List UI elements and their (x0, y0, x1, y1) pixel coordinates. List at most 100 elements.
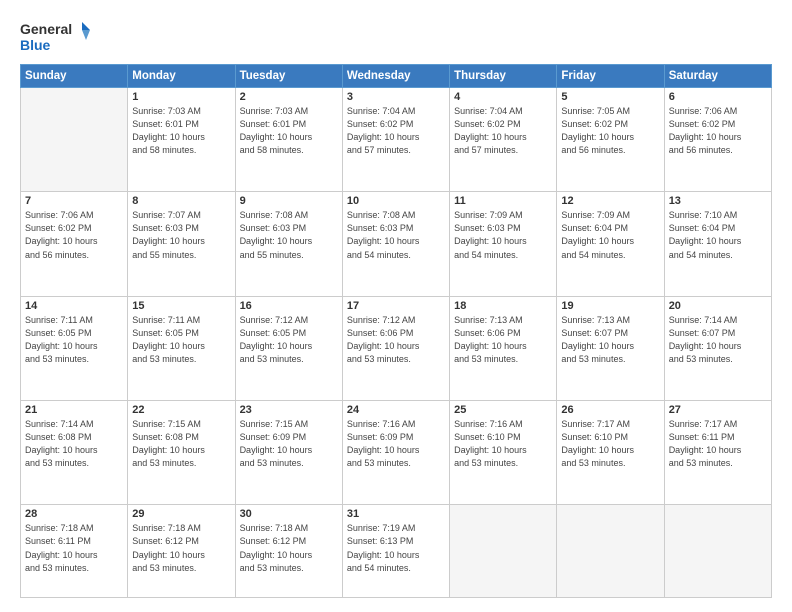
calendar-cell: 27 Sunrise: 7:17 AM Sunset: 6:11 PM Dayli… (664, 401, 771, 505)
calendar-cell: 21 Sunrise: 7:14 AM Sunset: 6:08 PM Dayli… (21, 401, 128, 505)
day-number: 22 (132, 404, 230, 416)
week-row-1: 1 Sunrise: 7:03 AM Sunset: 6:01 PM Daylig… (21, 88, 772, 192)
day-number: 1 (132, 91, 230, 103)
day-info: Sunrise: 7:13 AM Sunset: 6:06 PM Dayligh… (454, 314, 552, 366)
calendar-cell: 8 Sunrise: 7:07 AM Sunset: 6:03 PM Daylig… (128, 192, 235, 296)
day-info: Sunrise: 7:07 AM Sunset: 6:03 PM Dayligh… (132, 209, 230, 261)
weekday-header-monday: Monday (128, 65, 235, 88)
svg-text:General: General (20, 21, 72, 37)
day-number: 6 (669, 91, 767, 103)
week-row-3: 14 Sunrise: 7:11 AM Sunset: 6:05 PM Dayli… (21, 296, 772, 400)
day-number: 13 (669, 195, 767, 207)
day-info: Sunrise: 7:05 AM Sunset: 6:02 PM Dayligh… (561, 105, 659, 157)
weekday-header-thursday: Thursday (450, 65, 557, 88)
day-number: 7 (25, 195, 123, 207)
calendar-cell: 7 Sunrise: 7:06 AM Sunset: 6:02 PM Daylig… (21, 192, 128, 296)
day-info: Sunrise: 7:11 AM Sunset: 6:05 PM Dayligh… (25, 314, 123, 366)
week-row-4: 21 Sunrise: 7:14 AM Sunset: 6:08 PM Dayli… (21, 401, 772, 505)
day-info: Sunrise: 7:03 AM Sunset: 6:01 PM Dayligh… (240, 105, 338, 157)
day-number: 21 (25, 404, 123, 416)
calendar-cell (557, 505, 664, 598)
day-number: 26 (561, 404, 659, 416)
day-info: Sunrise: 7:08 AM Sunset: 6:03 PM Dayligh… (347, 209, 445, 261)
day-info: Sunrise: 7:19 AM Sunset: 6:13 PM Dayligh… (347, 522, 445, 574)
calendar-cell: 23 Sunrise: 7:15 AM Sunset: 6:09 PM Dayli… (235, 401, 342, 505)
logo: General Blue (20, 18, 90, 56)
day-info: Sunrise: 7:09 AM Sunset: 6:04 PM Dayligh… (561, 209, 659, 261)
day-info: Sunrise: 7:16 AM Sunset: 6:09 PM Dayligh… (347, 418, 445, 470)
calendar-cell: 10 Sunrise: 7:08 AM Sunset: 6:03 PM Dayli… (342, 192, 449, 296)
day-number: 30 (240, 508, 338, 520)
calendar-cell: 31 Sunrise: 7:19 AM Sunset: 6:13 PM Dayli… (342, 505, 449, 598)
calendar-cell: 1 Sunrise: 7:03 AM Sunset: 6:01 PM Daylig… (128, 88, 235, 192)
day-number: 16 (240, 300, 338, 312)
calendar-cell: 14 Sunrise: 7:11 AM Sunset: 6:05 PM Dayli… (21, 296, 128, 400)
weekday-header-row: SundayMondayTuesdayWednesdayThursdayFrid… (21, 65, 772, 88)
day-number: 24 (347, 404, 445, 416)
page: General Blue SundayMondayTuesdayWednesda… (0, 0, 792, 612)
calendar-cell (21, 88, 128, 192)
calendar-cell: 6 Sunrise: 7:06 AM Sunset: 6:02 PM Daylig… (664, 88, 771, 192)
calendar-cell: 3Sunrise: 7:04 AM Sunset: 6:02 PM Daylig… (342, 88, 449, 192)
day-number: 19 (561, 300, 659, 312)
weekday-header-saturday: Saturday (664, 65, 771, 88)
day-number: 5 (561, 91, 659, 103)
calendar-cell: 5 Sunrise: 7:05 AM Sunset: 6:02 PM Daylig… (557, 88, 664, 192)
day-info: Sunrise: 7:17 AM Sunset: 6:11 PM Dayligh… (669, 418, 767, 470)
day-number: 27 (669, 404, 767, 416)
day-number: 9 (240, 195, 338, 207)
calendar-cell: 22Sunrise: 7:15 AM Sunset: 6:08 PM Dayli… (128, 401, 235, 505)
day-number: 11 (454, 195, 552, 207)
day-info: Sunrise: 7:17 AM Sunset: 6:10 PM Dayligh… (561, 418, 659, 470)
day-info: Sunrise: 7:04 AM Sunset: 6:02 PM Dayligh… (454, 105, 552, 157)
week-row-5: 28Sunrise: 7:18 AM Sunset: 6:11 PM Dayli… (21, 505, 772, 598)
day-number: 29 (132, 508, 230, 520)
day-info: Sunrise: 7:15 AM Sunset: 6:09 PM Dayligh… (240, 418, 338, 470)
day-info: Sunrise: 7:11 AM Sunset: 6:05 PM Dayligh… (132, 314, 230, 366)
logo-svg: General Blue (20, 18, 90, 56)
calendar-cell: 9 Sunrise: 7:08 AM Sunset: 6:03 PM Daylig… (235, 192, 342, 296)
day-number: 20 (669, 300, 767, 312)
day-number: 2 (240, 91, 338, 103)
calendar-cell: 20Sunrise: 7:14 AM Sunset: 6:07 PM Dayli… (664, 296, 771, 400)
calendar-table: SundayMondayTuesdayWednesdayThursdayFrid… (20, 64, 772, 598)
weekday-header-sunday: Sunday (21, 65, 128, 88)
day-info: Sunrise: 7:16 AM Sunset: 6:10 PM Dayligh… (454, 418, 552, 470)
day-info: Sunrise: 7:18 AM Sunset: 6:11 PM Dayligh… (25, 522, 123, 574)
calendar-cell: 29 Sunrise: 7:18 AM Sunset: 6:12 PM Dayli… (128, 505, 235, 598)
day-number: 15 (132, 300, 230, 312)
day-number: 14 (25, 300, 123, 312)
calendar-cell (450, 505, 557, 598)
day-info: Sunrise: 7:12 AM Sunset: 6:05 PM Dayligh… (240, 314, 338, 366)
day-number: 8 (132, 195, 230, 207)
calendar-cell (664, 505, 771, 598)
calendar-cell: 13Sunrise: 7:10 AM Sunset: 6:04 PM Dayli… (664, 192, 771, 296)
day-number: 10 (347, 195, 445, 207)
day-info: Sunrise: 7:12 AM Sunset: 6:06 PM Dayligh… (347, 314, 445, 366)
calendar-cell: 12 Sunrise: 7:09 AM Sunset: 6:04 PM Dayli… (557, 192, 664, 296)
day-number: 31 (347, 508, 445, 520)
day-info: Sunrise: 7:08 AM Sunset: 6:03 PM Dayligh… (240, 209, 338, 261)
calendar-cell: 15 Sunrise: 7:11 AM Sunset: 6:05 PM Dayli… (128, 296, 235, 400)
calendar-cell: 19Sunrise: 7:13 AM Sunset: 6:07 PM Dayli… (557, 296, 664, 400)
calendar-cell: 26 Sunrise: 7:17 AM Sunset: 6:10 PM Dayli… (557, 401, 664, 505)
calendar-cell: 16 Sunrise: 7:12 AM Sunset: 6:05 PM Dayli… (235, 296, 342, 400)
day-number: 25 (454, 404, 552, 416)
day-number: 12 (561, 195, 659, 207)
day-info: Sunrise: 7:03 AM Sunset: 6:01 PM Dayligh… (132, 105, 230, 157)
day-info: Sunrise: 7:14 AM Sunset: 6:08 PM Dayligh… (25, 418, 123, 470)
day-number: 18 (454, 300, 552, 312)
calendar-cell: 18 Sunrise: 7:13 AM Sunset: 6:06 PM Dayli… (450, 296, 557, 400)
calendar-cell: 11Sunrise: 7:09 AM Sunset: 6:03 PM Dayli… (450, 192, 557, 296)
svg-text:Blue: Blue (20, 37, 51, 53)
day-number: 23 (240, 404, 338, 416)
calendar-cell: 17Sunrise: 7:12 AM Sunset: 6:06 PM Dayli… (342, 296, 449, 400)
day-info: Sunrise: 7:18 AM Sunset: 6:12 PM Dayligh… (132, 522, 230, 574)
calendar-cell: 30Sunrise: 7:18 AM Sunset: 6:12 PM Dayli… (235, 505, 342, 598)
day-info: Sunrise: 7:06 AM Sunset: 6:02 PM Dayligh… (669, 105, 767, 157)
calendar-cell: 2 Sunrise: 7:03 AM Sunset: 6:01 PM Daylig… (235, 88, 342, 192)
day-info: Sunrise: 7:06 AM Sunset: 6:02 PM Dayligh… (25, 209, 123, 261)
day-number: 4 (454, 91, 552, 103)
week-row-2: 7 Sunrise: 7:06 AM Sunset: 6:02 PM Daylig… (21, 192, 772, 296)
weekday-header-friday: Friday (557, 65, 664, 88)
